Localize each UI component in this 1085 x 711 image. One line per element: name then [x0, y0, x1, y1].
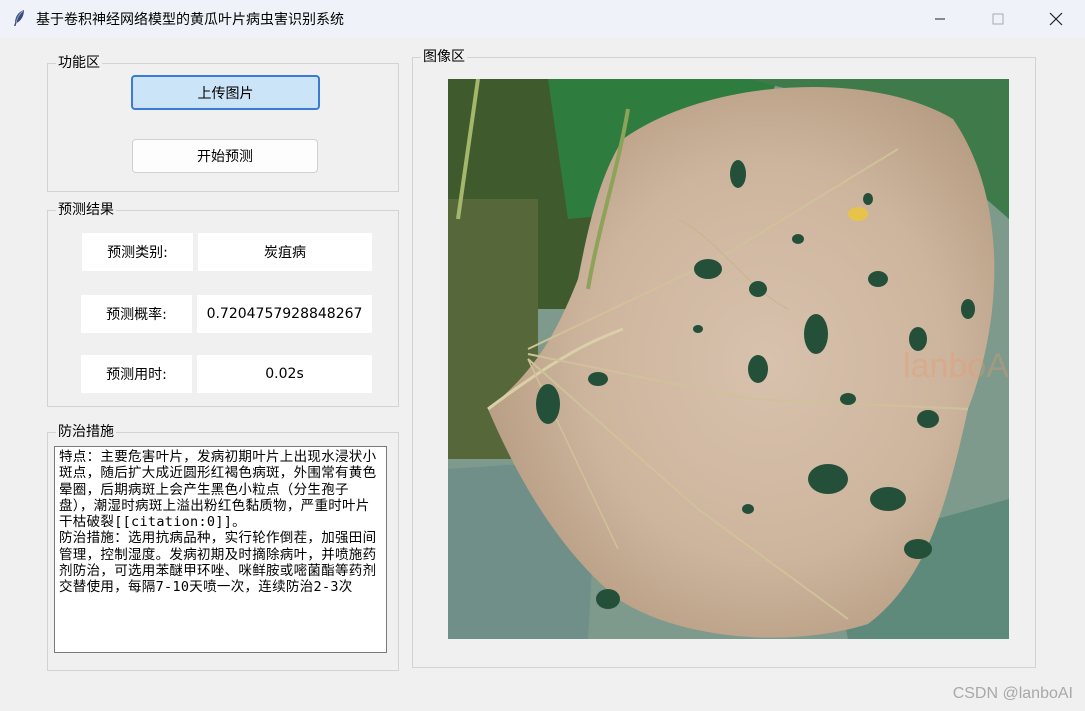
minimize-icon: [935, 18, 945, 19]
result-panel-title: 预测结果: [56, 202, 116, 218]
maximize-icon: [992, 13, 1004, 24]
function-panel-title: 功能区: [56, 55, 102, 71]
maximize-button[interactable]: [975, 0, 1021, 37]
leaf-image: lanboAI: [448, 79, 1009, 639]
category-value: 炭疽病: [198, 233, 372, 271]
title-bar: 基于卷积神经网络模型的黄瓜叶片病虫害识别系统: [0, 0, 1085, 37]
minimize-button[interactable]: [917, 0, 963, 37]
time-value: 0.02s: [197, 355, 372, 393]
probability-value: 0.7204757928848267: [197, 295, 372, 333]
csdn-watermark: CSDN @lanboAI: [952, 685, 1073, 702]
category-label: 预测类别:: [82, 233, 193, 271]
close-icon: [1049, 12, 1063, 25]
treatment-textbox[interactable]: 特点：主要危害叶片，发病初期叶片上出现水浸状小斑点，随后扩大成近圆形红褐色病斑，…: [54, 446, 387, 653]
time-label: 预测用时:: [81, 355, 192, 393]
feather-icon: [14, 10, 24, 26]
probability-label: 预测概率:: [81, 295, 192, 333]
window-title: 基于卷积神经网络模型的黄瓜叶片病虫害识别系统: [36, 12, 344, 28]
upload-image-button[interactable]: 上传图片: [131, 75, 320, 110]
treatment-panel-title: 防治措施: [56, 424, 116, 440]
start-predict-button[interactable]: 开始预测: [132, 139, 318, 173]
image-overlay-text: lanboAI: [903, 347, 1009, 385]
treatment-features-text: 特点：主要危害叶片，发病初期叶片上出现水浸状小斑点，随后扩大成近圆形红褐色病斑，…: [59, 449, 377, 531]
image-panel-title: 图像区: [421, 49, 467, 65]
treatment-measures-text: 防治措施：选用抗病品种，实行轮作倒茬，加强田间管理，控制湿度。发病初期及时摘除病…: [59, 530, 377, 596]
close-button[interactable]: [1033, 0, 1079, 37]
